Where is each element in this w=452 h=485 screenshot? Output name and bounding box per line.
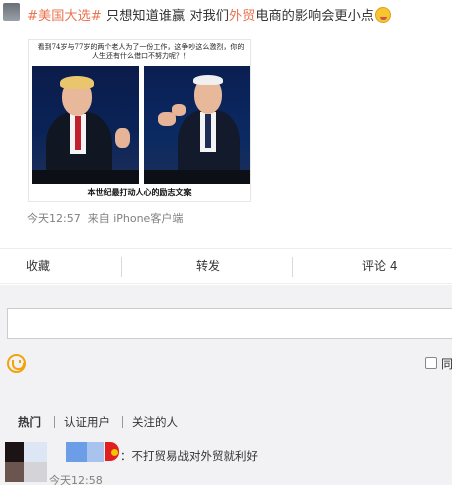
figure-right-hand	[172, 104, 186, 116]
tab-following[interactable]: 关注的人	[132, 414, 178, 430]
crying-laughing-emoji-icon	[375, 7, 391, 23]
image-caption-top: 看到74岁与77岁的两个老人为了一份工作，这争吵这么激烈，你的人生还有什么借口不…	[37, 43, 245, 60]
podium-right	[144, 170, 250, 184]
topic-link[interactable]: #美国大选#	[27, 9, 102, 24]
repost-checkbox-label: 同	[441, 357, 452, 371]
filter-divider	[54, 416, 55, 428]
figure-left-hand	[115, 128, 130, 148]
comment-section: 同 热门 认证用户 关注的人 ：不打贸易战对外贸就利好 今天12:58	[0, 285, 452, 485]
action-divider	[121, 257, 122, 277]
repost-checkbox[interactable]	[425, 357, 437, 369]
comment-timestamp: 今天12:58	[49, 474, 103, 485]
post-meta: 今天12:57 来自 iPhone客户端	[27, 210, 183, 226]
commenter-name[interactable]	[66, 442, 104, 462]
post-text-part: 电商的影响会更小点	[255, 9, 374, 24]
post-card: #美国大选# 只想知道谁赢 对我们外贸电商的影响会更小点 看到74岁与77岁的两…	[0, 0, 452, 248]
commenter-avatar[interactable]	[5, 442, 47, 482]
figure-left-hair	[60, 76, 94, 89]
repost-button[interactable]: 转发	[196, 249, 220, 284]
post-text-part: 只想知道谁赢 对我们	[101, 9, 229, 24]
post-image[interactable]: 看到74岁与77岁的两个老人为了一份工作，这争吵这么激烈，你的人生还有什么借口不…	[28, 39, 251, 202]
post-text: #美国大选# 只想知道谁赢 对我们外贸电商的影响会更小点	[27, 7, 391, 26]
figure-right-tie	[205, 114, 211, 148]
filter-divider	[122, 416, 123, 428]
figure-left-tie	[75, 116, 81, 150]
image-panel-left	[32, 66, 139, 184]
comment-button[interactable]: 评论 4	[362, 249, 397, 284]
smile-icon[interactable]	[7, 354, 26, 373]
comment-text: ：不打贸易战对外贸就利好	[120, 449, 258, 463]
image-caption-bottom: 本世纪最打动人心的励志文案	[87, 187, 192, 197]
keyword-link[interactable]: 外贸	[229, 9, 255, 24]
favorite-button[interactable]: 收藏	[26, 249, 50, 284]
post-source: 来自 iPhone客户端	[87, 212, 184, 225]
tab-hot[interactable]: 热门	[18, 414, 41, 430]
image-panel-right	[144, 66, 250, 184]
post-timestamp[interactable]: 今天12:57	[27, 212, 81, 225]
action-bar: 收藏 转发 评论 4	[0, 248, 452, 284]
action-divider	[292, 257, 293, 277]
figure-right-hair	[193, 75, 223, 85]
commenter-badge-icon	[105, 442, 119, 461]
comment-input[interactable]	[7, 308, 452, 339]
tab-verified-users[interactable]: 认证用户	[64, 414, 110, 430]
podium-left	[32, 170, 139, 184]
author-avatar[interactable]	[3, 3, 20, 21]
